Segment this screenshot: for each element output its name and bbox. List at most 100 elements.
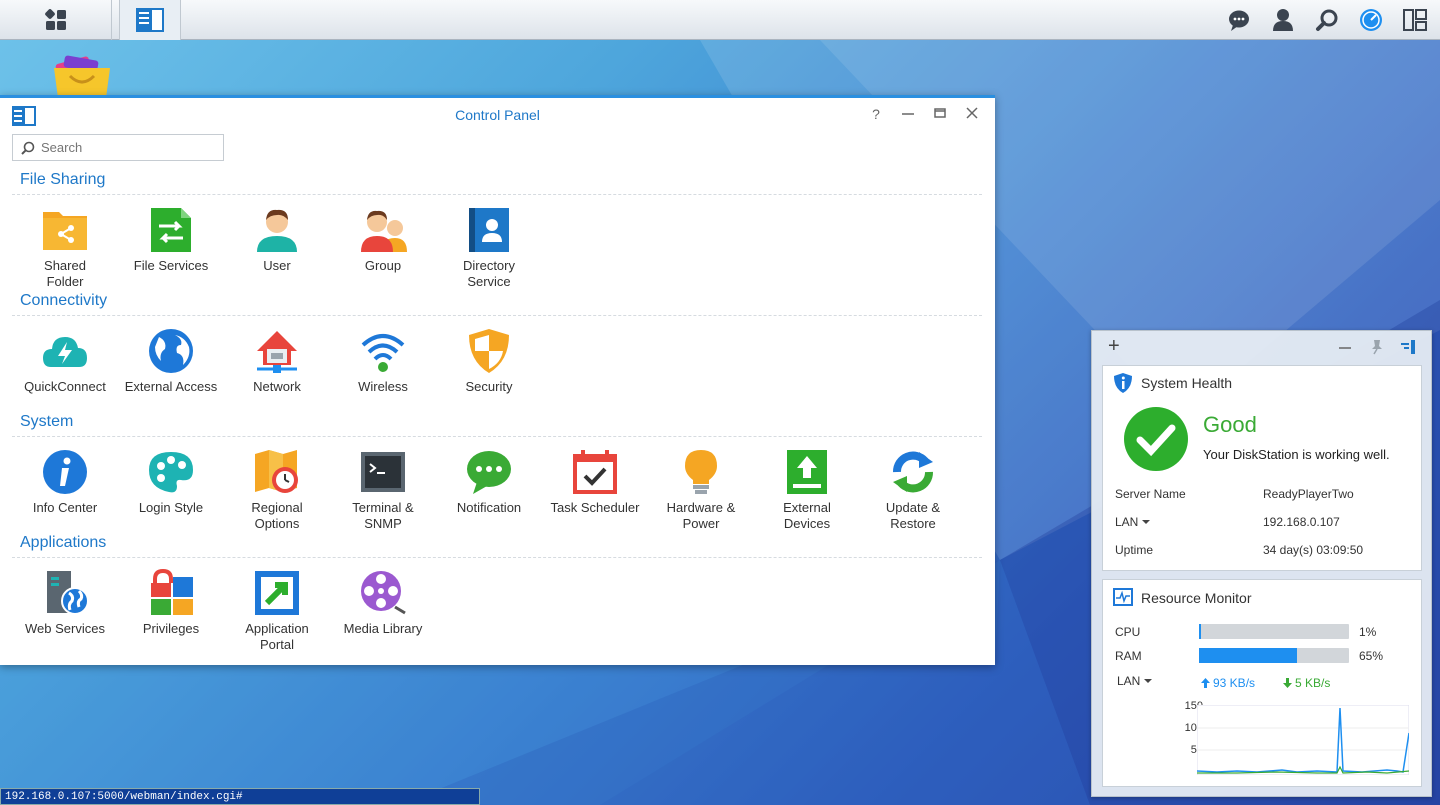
item-privileges[interactable]: Privileges: [118, 569, 224, 637]
item-file-services[interactable]: File Services: [118, 206, 224, 274]
widget-panel: + System Health Good Your DiskStation is…: [1091, 330, 1432, 797]
chevron-down-icon: [1142, 520, 1151, 524]
chart-y-axis: 150 100 50 0: [1115, 700, 1203, 780]
maximize-button[interactable]: [931, 106, 949, 122]
help-button[interactable]: ?: [867, 106, 885, 122]
item-label: Media Library: [343, 621, 423, 636]
search-icon[interactable]: [1312, 5, 1342, 35]
security-icon: [469, 329, 509, 373]
item-update-restore[interactable]: Update & Restore: [860, 448, 966, 532]
terminal-icon: [361, 452, 405, 492]
chevron-down-icon: [1144, 679, 1153, 683]
system-health-card: System Health Good Your DiskStation is w…: [1102, 365, 1422, 571]
item-label: QuickConnect: [24, 379, 106, 394]
item-shared-folder[interactable]: Shared Folder: [12, 206, 118, 290]
main-menu-button[interactable]: [0, 0, 112, 40]
group-icon: [361, 210, 407, 252]
main-menu-icon: [44, 9, 66, 30]
taskbar: [0, 0, 1440, 40]
minimize-icon: [902, 113, 914, 115]
widgets-icon[interactable]: [1400, 5, 1430, 35]
update-restore-icon: [893, 451, 933, 493]
item-label: Web Services: [25, 621, 105, 636]
item-info-center[interactable]: Info Center: [12, 448, 118, 516]
search-icon: [21, 141, 35, 155]
lan-traffic-dropdown[interactable]: LAN: [1117, 674, 1153, 688]
control-panel-window: Control Panel ? File Sharing Shared Fold…: [0, 95, 995, 665]
login-style-icon: [149, 452, 193, 493]
upload-rate: 93 KB/s: [1201, 676, 1255, 690]
search-input[interactable]: [41, 140, 211, 155]
application-portal-icon: [255, 571, 299, 615]
pin-icon[interactable]: [1370, 339, 1384, 355]
network-chart: [1197, 705, 1409, 775]
dashboard-icon[interactable]: [1356, 5, 1386, 35]
item-login-style[interactable]: Login Style: [118, 448, 224, 516]
lan-dropdown[interactable]: LAN: [1115, 515, 1151, 529]
item-user[interactable]: User: [224, 206, 330, 274]
system-health-title: System Health: [1141, 375, 1233, 391]
item-directory-service[interactable]: Directory Service: [436, 206, 542, 290]
user-icon[interactable]: [1268, 5, 1298, 35]
item-label: User: [263, 258, 291, 273]
notification-icon: [467, 451, 511, 494]
item-network[interactable]: Network: [224, 327, 330, 395]
close-button[interactable]: [963, 106, 981, 122]
item-label: Group: [364, 258, 402, 273]
window-controls: ?: [867, 106, 981, 122]
cpu-bar-fill: [1199, 624, 1201, 639]
item-wireless[interactable]: Wireless: [330, 327, 436, 395]
item-label: Terminal & SNMP: [352, 500, 414, 531]
file-services-icon: [151, 208, 191, 252]
lan-label: LAN: [1115, 515, 1139, 529]
package-center-shortcut[interactable]: [50, 52, 114, 100]
minimize-button[interactable]: [899, 106, 917, 122]
minimize-icon[interactable]: [1338, 341, 1352, 355]
control-panel-taskbar-button[interactable]: [119, 0, 181, 40]
server-name-label: Server Name: [1115, 487, 1186, 501]
item-label: Network: [253, 379, 301, 394]
window-title: Control Panel: [455, 107, 540, 123]
item-terminal-snmp[interactable]: Terminal & SNMP: [330, 448, 436, 532]
item-hardware-power[interactable]: Hardware & Power: [648, 448, 754, 532]
item-security[interactable]: Security: [436, 327, 542, 395]
ram-bar-fill: [1199, 648, 1297, 663]
item-external-access[interactable]: External Access: [118, 327, 224, 395]
chat-icon[interactable]: [1224, 5, 1254, 35]
external-access-icon: [149, 329, 193, 373]
ram-bar: [1199, 648, 1349, 663]
server-name-value: ReadyPlayerTwo: [1263, 487, 1354, 501]
search-box[interactable]: [12, 134, 224, 161]
cpu-value: 1%: [1359, 625, 1377, 639]
item-label: Shared Folder: [44, 258, 86, 289]
section-title-connectivity: Connectivity: [20, 292, 108, 309]
item-group[interactable]: Group: [330, 206, 436, 274]
panel-toggle-icon[interactable]: [1400, 339, 1416, 355]
user-icon: [257, 209, 297, 252]
item-notification[interactable]: Notification: [436, 448, 542, 516]
item-application-portal[interactable]: Application Portal: [224, 569, 330, 653]
item-media-library[interactable]: Media Library: [330, 569, 436, 637]
item-label: Login Style: [138, 500, 204, 515]
section-title-system: System: [20, 413, 74, 430]
divider: [12, 436, 982, 437]
item-web-services[interactable]: Web Services: [12, 569, 118, 637]
upload-rate-value: 93 KB/s: [1213, 676, 1256, 690]
status-url: 192.168.0.107:5000/webman/index.cgi#: [0, 788, 480, 805]
item-regional-options[interactable]: Regional Options: [224, 448, 330, 532]
item-quickconnect[interactable]: QuickConnect: [12, 327, 118, 395]
add-widget-button[interactable]: +: [1108, 335, 1120, 358]
item-label: Regional Options: [251, 500, 303, 531]
quickconnect-icon: [43, 337, 87, 367]
item-external-devices[interactable]: External Devices: [754, 448, 860, 532]
taskbar-tray: [1224, 0, 1430, 40]
item-label: Notification: [456, 500, 522, 515]
web-services-icon: [47, 571, 89, 615]
item-task-scheduler[interactable]: Task Scheduler: [542, 448, 648, 516]
maximize-icon: [934, 108, 946, 118]
window-title-bar[interactable]: Control Panel ?: [0, 98, 995, 132]
task-scheduler-icon: [573, 450, 617, 494]
item-label: File Services: [133, 258, 209, 273]
widget-toolbar: +: [1092, 331, 1431, 363]
item-label: External Access: [124, 379, 218, 394]
